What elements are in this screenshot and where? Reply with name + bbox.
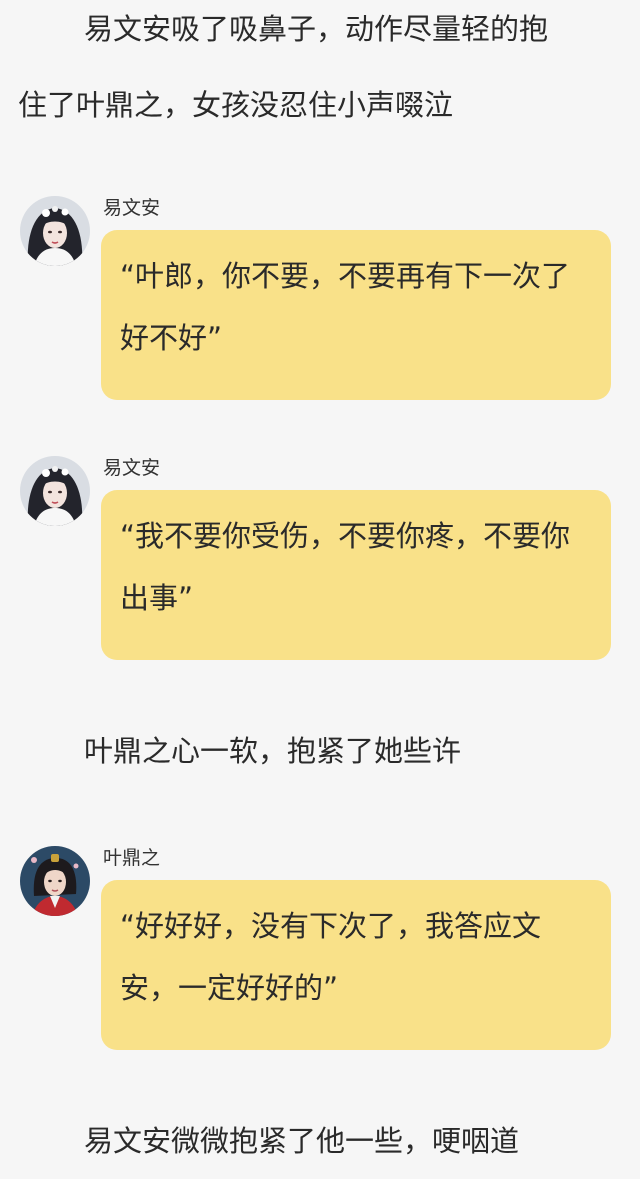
girl-portrait-icon bbox=[20, 456, 90, 526]
narration-line: 住了叶鼎之，女孩没忍住小声啜泣 bbox=[18, 88, 454, 122]
sender-name: 叶鼎之 bbox=[103, 847, 161, 869]
boy-portrait-icon bbox=[20, 846, 90, 916]
narration-line: 易文安吸了吸鼻子，动作尽量轻的抱 bbox=[84, 12, 549, 46]
girl-portrait-icon bbox=[20, 196, 90, 266]
message-bubble: “好好好，没有下次了，我答应文安，一定好好的” bbox=[101, 880, 611, 1050]
girl-avatar[interactable] bbox=[20, 196, 90, 266]
narration-line: 叶鼎之心一软，抱紧了她些许 bbox=[84, 734, 462, 768]
girl-avatar[interactable] bbox=[20, 456, 90, 526]
sender-name: 易文安 bbox=[103, 197, 161, 219]
narration-paragraph: 叶鼎之心一软，抱紧了她些许 bbox=[18, 713, 622, 789]
narration-line: 易文安微微抱紧了他一些，哽咽道 bbox=[84, 1124, 520, 1158]
message-bubble: “我不要你受伤，不要你疼，不要你出事” bbox=[101, 490, 611, 660]
message-bubble: “叶郎，你不要，不要再有下一次了好不好” bbox=[101, 230, 611, 400]
boy-avatar[interactable] bbox=[20, 846, 90, 916]
sender-name: 易文安 bbox=[103, 457, 161, 479]
narration-paragraph: 易文安微微抱紧了他一些，哽咽道 bbox=[18, 1103, 622, 1179]
narration-paragraph: 易文安吸了吸鼻子，动作尽量轻的抱 住了叶鼎之，女孩没忍住小声啜泣 bbox=[18, 0, 622, 143]
